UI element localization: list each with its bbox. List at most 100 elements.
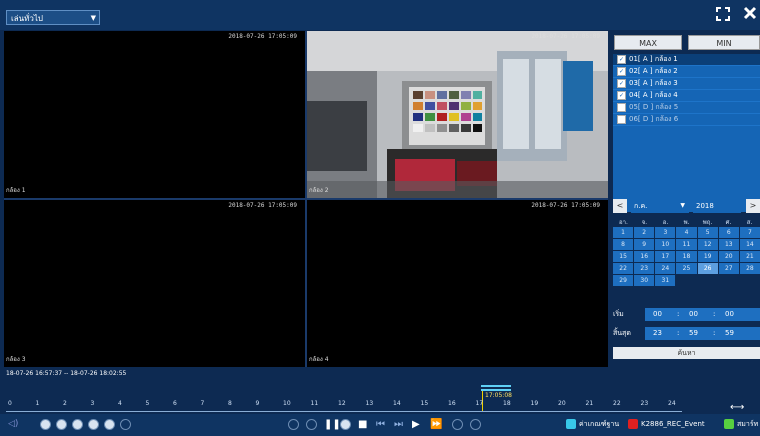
calendar-day[interactable]: 9 <box>634 239 655 250</box>
checkbox[interactable] <box>617 103 626 112</box>
close-icon[interactable] <box>743 5 757 24</box>
fast-forward-icon[interactable]: ⏩ <box>430 420 442 430</box>
calendar-day[interactable]: 25 <box>676 263 697 274</box>
zoom-arrows-icon[interactable]: ⟷ <box>730 402 744 413</box>
end-hour[interactable]: 23 <box>653 327 662 340</box>
timeline-range: 18-07-26 16:57:37 -- 18-07-26 18:02:55 <box>6 370 127 377</box>
calendar-day[interactable]: 5 <box>697 227 718 238</box>
camera-list-label: 03[ A ] กล้อง 3 <box>629 79 678 87</box>
end-minute[interactable]: 59 <box>689 327 698 340</box>
calendar-day[interactable]: 28 <box>739 263 760 274</box>
zoom-icon[interactable] <box>88 419 99 430</box>
pause-icon[interactable]: ❚❚ <box>324 420 341 430</box>
smart-search-icon[interactable] <box>288 419 299 430</box>
checkbox[interactable] <box>617 115 626 124</box>
checkbox[interactable]: ✓ <box>617 55 626 64</box>
camera-list-item[interactable]: ✓ 02[ A ] กล้อง 2 <box>613 66 760 78</box>
record-clip-icon[interactable] <box>56 419 67 430</box>
calendar-day[interactable]: 10 <box>655 239 676 250</box>
playhead-marker[interactable] <box>481 385 511 387</box>
calendar-day[interactable]: 7 <box>739 227 760 238</box>
max-button[interactable]: MAX <box>614 35 682 50</box>
calendar-day[interactable]: 19 <box>697 251 718 262</box>
settings-icon[interactable] <box>120 419 131 430</box>
frame-back-icon[interactable]: ⏭ <box>394 420 403 430</box>
timeline-tick-label: 23 <box>640 400 649 407</box>
calendar-day[interactable]: 1 <box>613 227 634 238</box>
calendar-day[interactable]: 16 <box>634 251 655 262</box>
snapshot-icon[interactable] <box>40 419 51 430</box>
calendar-day[interactable]: 20 <box>718 251 739 262</box>
next-month-button[interactable]: > <box>746 199 760 213</box>
sync-icon[interactable] <box>452 419 463 430</box>
calendar-day[interactable]: 11 <box>676 239 697 250</box>
calendar-day[interactable]: 4 <box>676 227 697 238</box>
stop-icon[interactable] <box>306 419 317 430</box>
end-time-label: สิ้นสุด <box>613 329 631 337</box>
prev-month-button[interactable]: < <box>613 199 627 213</box>
camera-view-4[interactable]: 2018-07-26 17:05:09 กล้อง 4 <box>307 200 608 367</box>
checkbox[interactable]: ✓ <box>617 67 626 76</box>
legend-label: ค่าเกณฑ์ฐาน <box>579 420 620 428</box>
skip-back-icon[interactable]: ⏮ <box>376 420 385 430</box>
backup-icon[interactable] <box>72 419 83 430</box>
calendar-day[interactable]: 13 <box>718 239 739 250</box>
min-button[interactable]: MIN <box>688 35 760 50</box>
search-button[interactable]: ค้นหา <box>613 347 760 359</box>
calendar-day[interactable]: 8 <box>613 239 634 250</box>
tag-icon[interactable] <box>470 419 481 430</box>
timeline-tick-label: 13 <box>365 400 374 407</box>
calendar-day[interactable]: 12 <box>697 239 718 250</box>
calendar-day[interactable]: 27 <box>718 263 739 274</box>
calendar-day[interactable]: 29 <box>613 275 634 286</box>
calendar-day[interactable]: 24 <box>655 263 676 274</box>
calendar-day[interactable]: 21 <box>739 251 760 262</box>
calendar-day[interactable]: 2 <box>634 227 655 238</box>
volume-icon[interactable]: ◁) <box>8 419 18 429</box>
checkbox[interactable]: ✓ <box>617 91 626 100</box>
calendar-day[interactable]: 6 <box>718 227 739 238</box>
play-icon[interactable]: ▶ <box>412 420 420 430</box>
calendar-day[interactable]: 31 <box>655 275 676 286</box>
camera-view-3[interactable]: 2018-07-26 17:05:09 กล้อง 3 <box>4 200 305 367</box>
timeline-tick-label: 21 <box>585 400 594 407</box>
month-select[interactable]: ก.ค. ▼ <box>631 199 689 213</box>
timeline-tick-label: 16 <box>448 400 456 407</box>
camera-list-item[interactable]: ✓ 01[ A ] กล้อง 1 <box>613 54 760 66</box>
playback-mode-select[interactable]: เล่นทั่วไป ▼ <box>6 10 100 25</box>
stop-square-icon[interactable]: ■ <box>358 420 367 430</box>
camera-list-item[interactable]: 06[ D ] กล้อง 6 <box>613 114 760 126</box>
timeline[interactable]: 18-07-26 16:57:37 -- 18-07-26 18:02:55 1… <box>0 368 760 414</box>
calendar-day[interactable]: 14 <box>739 239 760 250</box>
timeline-tick-label: 14 <box>393 400 401 407</box>
camera-view-2[interactable]: 2018-07-26 17:05:09 กล้อง 2 <box>307 31 608 198</box>
camera-view-1[interactable]: 2018-07-26 17:05:09 กล้อง 1 <box>4 31 305 198</box>
timeline-tick-label: 10 <box>283 400 291 407</box>
year-input[interactable]: 2018 <box>693 199 741 213</box>
legend-swatch <box>724 419 734 429</box>
calendar-day[interactable]: 18 <box>676 251 697 262</box>
stream-icon[interactable] <box>104 419 115 430</box>
end-second[interactable]: 59 <box>725 327 734 340</box>
checkbox[interactable]: ✓ <box>617 79 626 88</box>
camera-list-item[interactable]: ✓ 04[ A ] กล้อง 4 <box>613 90 760 102</box>
start-time-input[interactable]: 00 : 00 : 00 <box>645 308 760 321</box>
time-separator: : <box>713 329 716 337</box>
calendar-day[interactable]: 26 <box>697 263 718 274</box>
start-second[interactable]: 00 <box>725 308 734 321</box>
calendar-day[interactable]: 3 <box>655 227 676 238</box>
start-minute[interactable]: 00 <box>689 308 698 321</box>
end-time-row: สิ้นสุด 23 : 59 : 59 <box>613 327 760 340</box>
calendar-day[interactable]: 15 <box>613 251 634 262</box>
camera-list-item[interactable]: ✓ 03[ A ] กล้อง 3 <box>613 78 760 90</box>
calendar-day[interactable]: 23 <box>634 263 655 274</box>
calendar-day[interactable]: 22 <box>613 263 634 274</box>
calendar-day[interactable]: 17 <box>655 251 676 262</box>
weekday-label: จ. <box>641 219 648 226</box>
calendar-day[interactable]: 30 <box>634 275 655 286</box>
expand-icon[interactable] <box>716 6 730 25</box>
start-hour[interactable]: 00 <box>653 308 662 321</box>
camera-list-item[interactable]: 05[ D ] กล้อง 5 <box>613 102 760 114</box>
end-time-input[interactable]: 23 : 59 : 59 <box>645 327 760 340</box>
rewind-icon[interactable] <box>340 419 351 430</box>
